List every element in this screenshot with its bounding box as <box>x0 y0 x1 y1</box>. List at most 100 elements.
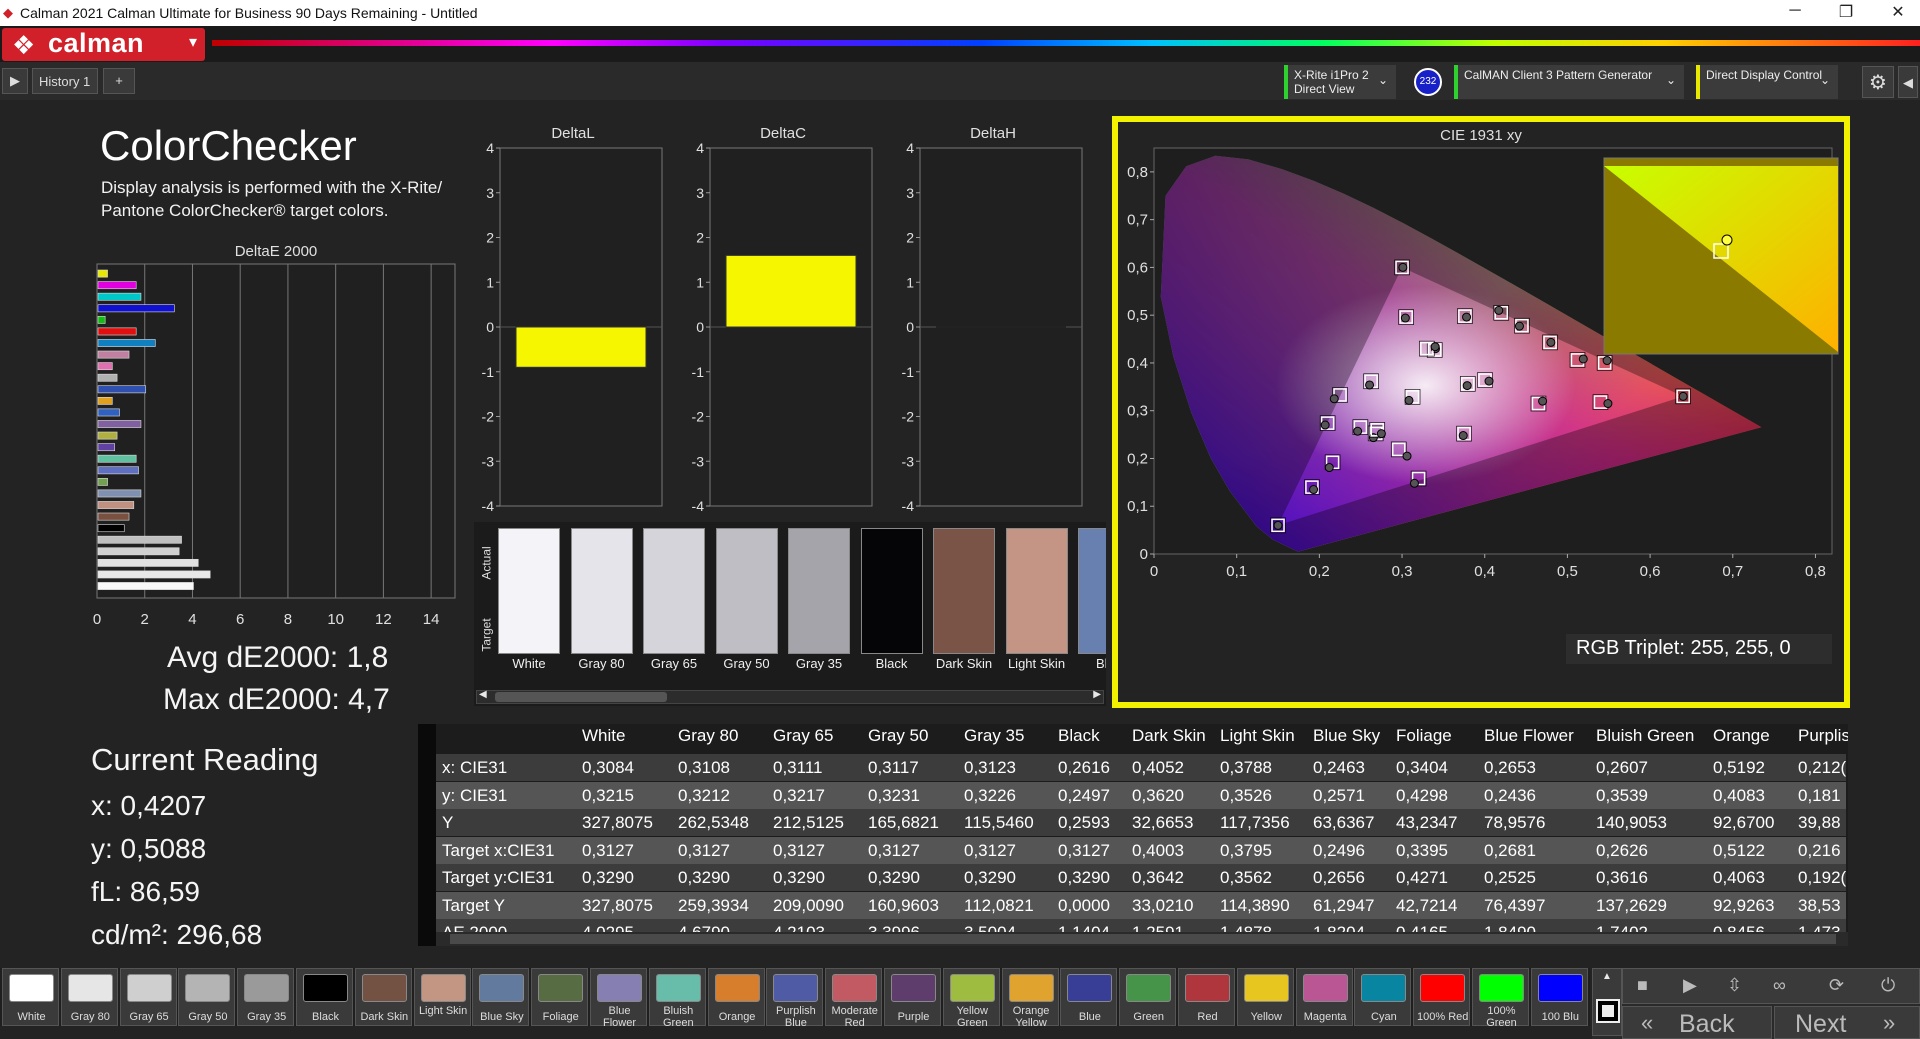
table-scrollbar-thumb[interactable] <box>450 934 1836 944</box>
swatch-label: White <box>512 656 546 671</box>
play-button[interactable]: ▶ <box>1683 975 1697 996</box>
next-label: Next <box>1795 1010 1847 1038</box>
swatch-tile[interactable] <box>498 528 560 654</box>
palette-patch-button[interactable]: 100% Red <box>1413 968 1471 1026</box>
palette-patch-button[interactable]: Red <box>1178 968 1235 1026</box>
table-cell: 0,3290 <box>773 868 825 887</box>
palette-patch-button[interactable]: 100% Green <box>1472 968 1529 1029</box>
palette-patch-button[interactable]: Purple <box>884 968 941 1026</box>
cie-actual-marker <box>1353 426 1363 436</box>
table-row: Target y:CIE31 0,3290 0,3290 0,3290 0,3290 0,… <box>436 864 1846 891</box>
swatch-tile[interactable] <box>715 528 778 654</box>
palette-patch-button[interactable]: Gray 80 <box>60 968 118 1026</box>
table-cell: 0,3127 <box>678 840 730 860</box>
palette-patch-button[interactable]: Foliage <box>531 968 589 1026</box>
close-button[interactable]: ✕ <box>1878 2 1918 24</box>
scroll-left-icon[interactable]: ◀ <box>479 689 487 700</box>
nav-scroll[interactable]: ▲ <box>1592 968 1622 1036</box>
palette-patch-button[interactable]: Yellow <box>1236 968 1294 1026</box>
restore-button[interactable]: ❐ <box>1826 2 1866 24</box>
palette-patch-button[interactable]: Blue Sky <box>472 968 530 1026</box>
rgb-triplet: RGB Triplet: 255, 255, 0 <box>1566 634 1832 664</box>
palette-patch-button[interactable]: Purplish Blue <box>766 968 824 1029</box>
palette-patch-button[interactable]: Moderate Red <box>825 968 883 1029</box>
palette-patch-button[interactable]: Cyan <box>1354 968 1412 1026</box>
deltae-bar <box>97 524 125 533</box>
meter-selector[interactable]: X-Rite i1Pro 2 Direct View ⌄ <box>1284 65 1396 99</box>
delta-tick-label: 0 <box>486 319 494 335</box>
table-column-header[interactable]: Light Skin <box>1220 726 1295 746</box>
stop-button[interactable]: ■ <box>1637 975 1648 996</box>
collapse-panel-button[interactable]: ◀ <box>1898 66 1918 98</box>
palette-patch-button[interactable]: Orange Yellow <box>1001 968 1059 1029</box>
back-button[interactable]: « Back <box>1622 1006 1772 1039</box>
table-column-header[interactable]: Orange <box>1713 726 1770 746</box>
palette-patch-button[interactable]: Bluish Green <box>648 968 706 1029</box>
palette-patch-button[interactable]: Blue <box>1060 968 1118 1026</box>
meter-badge[interactable]: 232 <box>1414 68 1442 96</box>
palette-patch-button[interactable]: 100 Blu <box>1530 968 1588 1026</box>
table-cell: 0,5192 <box>1713 758 1765 777</box>
delta-lch-charts: DeltaL 4 3 2 1 0 -1 -2 -3 -4 DeltaC 4 3 2 1 0 -1 -2 -3 -4 De… <box>482 125 1083 514</box>
palette-patch-button[interactable]: Magenta <box>1295 968 1353 1026</box>
palette-patch-button[interactable]: Orange <box>707 968 765 1026</box>
table-column-header[interactable]: Black <box>1058 726 1100 746</box>
delta-bar <box>725 254 857 328</box>
patch-color-chip <box>1243 974 1289 1002</box>
pattern-generator-selector[interactable]: CalMAN Client 3 Pattern Generator ⌄ <box>1454 65 1684 99</box>
patch-label: Foliage <box>542 1011 579 1023</box>
scroll-right-icon[interactable]: ▶ <box>1093 689 1101 700</box>
delta-tick-label: 1 <box>906 274 914 290</box>
settings-button[interactable]: ⚙ <box>1862 66 1894 98</box>
minimize-button[interactable]: ─ <box>1775 2 1815 24</box>
palette-patch-button[interactable]: Gray 50 <box>178 968 236 1026</box>
swatch-tile[interactable] <box>933 528 995 654</box>
palette-patch-button[interactable]: Gray 35 <box>237 968 295 1026</box>
swatch-tile[interactable] <box>643 528 705 654</box>
loop-button[interactable]: ∞ <box>1773 975 1786 996</box>
table-column-header[interactable]: Gray 50 <box>868 726 928 746</box>
table-column-header[interactable]: Purplis <box>1798 726 1848 746</box>
swatch-tile[interactable] <box>860 528 923 654</box>
display-control-selector[interactable]: Direct Display Control ⌄ <box>1696 65 1838 99</box>
palette-patch-button[interactable]: Dark Skin <box>354 968 412 1026</box>
table-scrollbar[interactable] <box>436 932 1848 946</box>
add-tab-button[interactable]: + <box>103 68 135 94</box>
palette-patch-button[interactable]: Yellow Green <box>942 968 1000 1029</box>
swatch-tile[interactable] <box>1005 528 1068 654</box>
calman-menu-button[interactable]: ❖ calman ▾ <box>2 28 205 61</box>
palette-patch-button[interactable]: Green <box>1119 968 1177 1026</box>
table-column-header[interactable]: Blue Flower <box>1484 726 1574 746</box>
next-button[interactable]: Next » <box>1774 1006 1920 1039</box>
table-column-header[interactable]: White <box>582 726 625 746</box>
power-button[interactable]: ⏻ <box>1881 975 1895 996</box>
scrollbar-thumb[interactable] <box>495 692 667 702</box>
table-column-header[interactable]: Gray 35 <box>964 726 1024 746</box>
swatch-tile[interactable] <box>1078 528 1106 654</box>
palette-patch-button[interactable]: Light Skin <box>413 968 471 1026</box>
palette-patch-button[interactable]: Blue Flower <box>590 968 647 1029</box>
play-workflow-button[interactable]: ▶ <box>2 68 28 94</box>
table-column-header[interactable]: Dark Skin <box>1132 726 1206 746</box>
cie-diagram: 0 0,1 0,2 0,3 0,4 0,5 0,6 0,7 0,8 0,8 0,7 0,6 0,5 0,4… <box>1127 147 1839 580</box>
cie-actual-marker <box>1538 396 1548 406</box>
table-cell: 0,3108 <box>678 758 730 777</box>
palette-patch-button[interactable]: Black <box>296 968 353 1026</box>
refresh-button[interactable]: ⟳ <box>1829 975 1844 996</box>
table-cell: 32,6653 <box>1132 813 1194 832</box>
palette-patch-button[interactable]: Gray 65 <box>119 968 177 1026</box>
playback-controls: ■ ▶ ⇳ ∞ ⟳ ⏻ <box>1622 968 1920 1004</box>
frame-button[interactable]: ⇳ <box>1727 975 1742 996</box>
swatch-scrollbar[interactable]: ◀ ▶ <box>476 689 1104 704</box>
palette-patch-button[interactable]: White <box>2 968 59 1026</box>
swatch-tile[interactable] <box>570 528 633 654</box>
table-column-header[interactable]: Blue Sky <box>1313 726 1380 746</box>
table-cell: 0,3215 <box>582 785 634 805</box>
table-column-header[interactable]: Gray 65 <box>773 726 833 746</box>
tab-history-1[interactable]: History 1 <box>32 68 98 94</box>
swatch-tile[interactable] <box>788 528 850 654</box>
table-column-header[interactable]: Gray 80 <box>678 726 738 746</box>
table-column-header[interactable]: Bluish Green <box>1596 726 1694 746</box>
table-column-header[interactable]: Foliage <box>1396 726 1452 746</box>
deltae-bar <box>97 582 194 590</box>
